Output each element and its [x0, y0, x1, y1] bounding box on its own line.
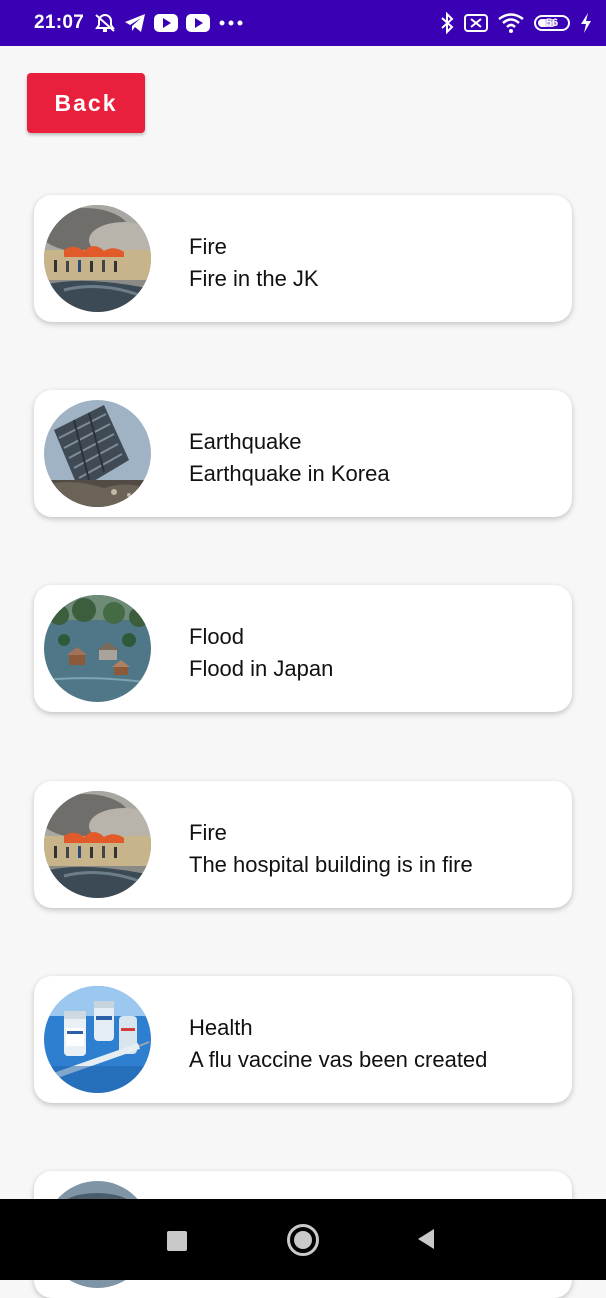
- card-description: Fire in the JK: [189, 266, 319, 291]
- card-title: Health: [189, 1015, 253, 1040]
- card-description: Flood in Japan: [189, 656, 334, 681]
- card-title: Fire: [189, 820, 227, 845]
- status-right-icons: 56: [440, 12, 592, 34]
- flood-photo: [44, 595, 151, 702]
- card-title: Fire: [189, 234, 227, 259]
- news-card[interactable]: Health A flu vaccine vas been created: [34, 976, 572, 1103]
- back-triangle-icon[interactable]: [416, 1228, 436, 1255]
- news-card[interactable]: Fire Fire in the JK: [34, 195, 572, 322]
- do-not-disturb-icon: [94, 13, 116, 33]
- recents-square-icon[interactable]: [167, 1231, 187, 1251]
- status-left-icons: [94, 13, 244, 33]
- navigation-bar: [0, 1199, 606, 1280]
- sim-off-icon: [464, 14, 488, 32]
- earthquake-photo: [44, 400, 151, 507]
- vaccine-photo: [44, 986, 151, 1093]
- battery-icon: 56: [534, 15, 570, 31]
- news-card[interactable]: Fire The hospital building is in fire: [34, 781, 572, 908]
- status-bar: 21:07 56: [0, 0, 606, 46]
- card-description: The hospital building is in fire: [189, 852, 473, 877]
- fire-photo: [44, 205, 151, 312]
- charging-icon: [580, 13, 592, 33]
- card-title: Earthquake: [189, 429, 302, 454]
- fire-photo: [44, 791, 151, 898]
- youtube-icon: [186, 14, 211, 32]
- card-description: A flu vaccine vas been created: [189, 1047, 488, 1072]
- bluetooth-icon: [440, 12, 454, 34]
- home-circle-icon[interactable]: [287, 1224, 319, 1256]
- status-time: 21:07: [34, 12, 85, 33]
- card-text: Fire The hospital building is in fire: [189, 817, 473, 881]
- card-text: Fire Fire in the JK: [189, 231, 319, 295]
- card-text: Flood Flood in Japan: [189, 621, 333, 685]
- news-card[interactable]: Earthquake Earthquake in Korea: [34, 390, 572, 517]
- back-button[interactable]: Back: [27, 73, 145, 133]
- wifi-icon: [498, 13, 524, 33]
- card-description: Earthquake in Korea: [189, 461, 390, 486]
- battery-level: 56: [545, 17, 559, 29]
- card-text: Health A flu vaccine vas been created: [189, 1012, 487, 1076]
- telegram-icon: [124, 13, 146, 33]
- youtube-icon: [154, 14, 179, 32]
- home-circle-inner: [294, 1231, 312, 1249]
- more-icon: [218, 19, 244, 27]
- card-text: Earthquake Earthquake in Korea: [189, 426, 390, 490]
- card-title: Flood: [189, 624, 245, 649]
- news-card[interactable]: Flood Flood in Japan: [34, 585, 572, 712]
